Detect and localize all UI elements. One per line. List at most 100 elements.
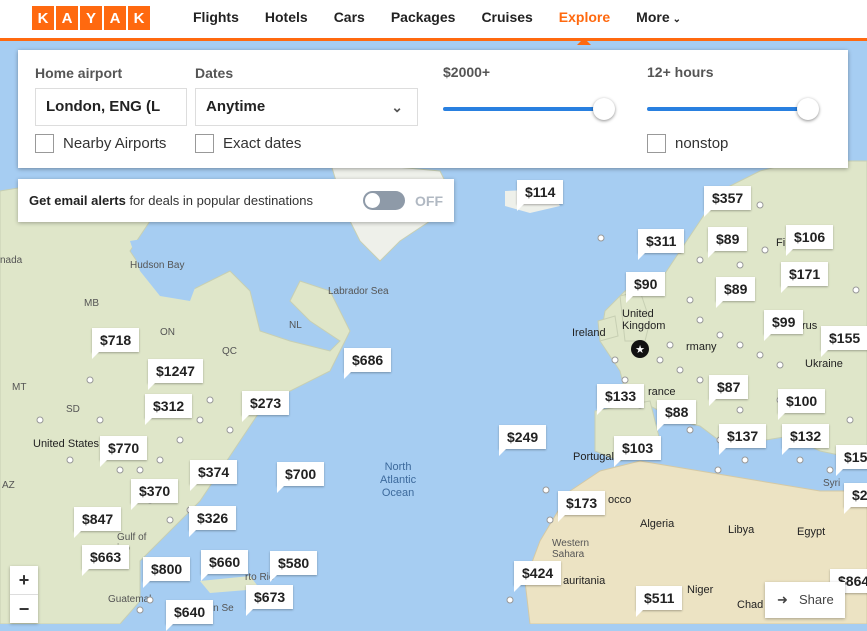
toggle-knob [365, 193, 380, 208]
map-label-egypt: Egypt [797, 526, 826, 538]
map-label-algeria: Algeria [640, 518, 675, 530]
price-tag[interactable]: $357 [704, 186, 752, 217]
top-navigation: K A Y A K Flights Hotels Cars Packages C… [0, 0, 867, 45]
price-tag[interactable]: $718 [92, 328, 140, 359]
email-alerts-toggle-label: OFF [415, 193, 443, 209]
price-tag[interactable]: $100 [778, 389, 826, 420]
kayak-logo[interactable]: K A Y A K [32, 6, 150, 30]
price-label: $2000+ [443, 64, 491, 80]
price-tag[interactable]: $249 [499, 425, 547, 456]
share-icon: ➜ [777, 592, 788, 607]
checkbox-box [647, 134, 666, 153]
price-tag[interactable]: $99 [764, 310, 804, 341]
chevron-down-icon: ⌄ [391, 99, 403, 115]
price-tag[interactable]: $133 [597, 384, 645, 415]
price-tag[interactable]: $370 [131, 479, 179, 510]
map-label-niger: Niger [687, 584, 714, 596]
map-label-libya: Libya [728, 524, 755, 536]
price-tag[interactable]: $171 [781, 262, 829, 293]
price-tag[interactable]: $87 [709, 375, 749, 406]
price-slider-handle[interactable] [593, 98, 615, 120]
duration-slider-handle[interactable] [797, 98, 819, 120]
price-tag[interactable]: $103 [614, 436, 662, 467]
price-tag[interactable]: $88 [657, 400, 697, 431]
logo-letter: A [104, 6, 126, 30]
price-tag[interactable]: $114 [517, 180, 564, 211]
map-label-ukraine: Ukraine [805, 358, 843, 370]
price-tag[interactable]: $800 [143, 557, 191, 588]
price-tag[interactable]: $137 [719, 424, 767, 455]
price-tag[interactable]: $2 [844, 483, 867, 514]
logo-letter: K [32, 6, 54, 30]
price-tag[interactable]: $663 [82, 545, 130, 576]
price-tag[interactable]: $847 [74, 507, 122, 538]
nonstop-checkbox[interactable]: nonstop [647, 134, 728, 153]
price-tag[interactable]: $686 [344, 348, 392, 379]
map-label-syria: Syri [823, 478, 841, 489]
email-alerts-title: Get email alerts [29, 193, 126, 208]
nearby-airports-label: Nearby Airports [63, 135, 167, 152]
share-button[interactable]: ➜ Share [765, 582, 845, 618]
exact-dates-checkbox[interactable]: Exact dates [195, 134, 301, 153]
home-airport-input[interactable]: London, ENG (L [35, 88, 187, 126]
nav-hotels[interactable]: Hotels [252, 0, 321, 38]
price-tag[interactable]: $312 [145, 394, 193, 425]
chevron-down-icon: ⌄ [672, 14, 681, 25]
price-tag[interactable]: $770 [100, 436, 148, 467]
map-label-qc: QC [222, 346, 237, 357]
price-tag[interactable]: $673 [246, 585, 294, 616]
main-nav: Flights Hotels Cars Packages Cruises Exp… [180, 0, 694, 45]
checkbox-box [35, 134, 54, 153]
price-tag[interactable]: $89 [708, 227, 748, 258]
logo-letter: K [128, 6, 150, 30]
zoom-out-button[interactable]: − [10, 594, 38, 623]
map-label-mt: MT [12, 382, 27, 393]
price-tag[interactable]: $660 [201, 550, 249, 581]
share-label: Share [799, 592, 834, 607]
zoom-controls: + − [10, 566, 38, 623]
price-tag[interactable]: $374 [190, 460, 238, 491]
price-slider-track [443, 107, 605, 111]
price-tag[interactable]: $273 [242, 391, 290, 422]
price-tag[interactable]: $15 [836, 445, 867, 476]
home-airport-label: Home airport [35, 65, 123, 81]
price-tag[interactable]: $132 [782, 424, 830, 455]
price-tag[interactable]: $311 [638, 229, 685, 260]
nav-explore[interactable]: Explore [546, 0, 623, 45]
price-tag[interactable]: $580 [270, 551, 318, 582]
email-alerts-text: Get email alerts for deals in popular de… [29, 193, 313, 208]
nav-packages[interactable]: Packages [378, 0, 469, 38]
email-alerts-description: for deals in popular destinations [125, 193, 314, 208]
map-label-mauritania: auritania [563, 575, 606, 587]
price-slider[interactable] [443, 98, 615, 120]
map-label-united-kingdom: United Kingdom [622, 308, 666, 332]
nav-flights[interactable]: Flights [180, 0, 252, 38]
price-tag[interactable]: $511 [636, 586, 683, 617]
price-tag[interactable]: $173 [558, 491, 606, 522]
dates-select[interactable]: Anytime ⌄ [195, 88, 418, 126]
duration-slider[interactable] [647, 98, 819, 120]
price-tag[interactable]: $424 [514, 561, 562, 592]
map-label-mb: MB [84, 298, 99, 309]
nav-cars[interactable]: Cars [321, 0, 378, 38]
price-tag[interactable]: $640 [166, 600, 214, 631]
nav-more[interactable]: More ⌄ [623, 0, 694, 38]
email-alerts-toggle[interactable] [363, 191, 405, 210]
map-label-germany: rmany [686, 341, 717, 353]
price-tag[interactable]: $106 [786, 225, 834, 256]
nav-explore-label: Explore [558, 9, 611, 25]
map-label-finland: Fi [776, 237, 786, 249]
zoom-in-button[interactable]: + [10, 566, 38, 594]
price-tag[interactable]: $326 [189, 506, 237, 537]
price-tag[interactable]: $155 [821, 326, 867, 357]
map-label-north-atlantic-ocean: North Atlantic Ocean [380, 461, 417, 499]
nav-cruises[interactable]: Cruises [468, 0, 545, 38]
map-label-guatemala: Guatemal [108, 594, 152, 605]
price-tag[interactable]: $1247 [148, 359, 203, 390]
logo-letter: Y [80, 6, 102, 30]
price-tag[interactable]: $90 [626, 272, 666, 303]
price-tag[interactable]: $89 [716, 277, 756, 308]
nearby-airports-checkbox[interactable]: Nearby Airports [35, 134, 166, 153]
map-label-canada: nada [0, 255, 23, 266]
price-tag[interactable]: $700 [277, 462, 325, 493]
